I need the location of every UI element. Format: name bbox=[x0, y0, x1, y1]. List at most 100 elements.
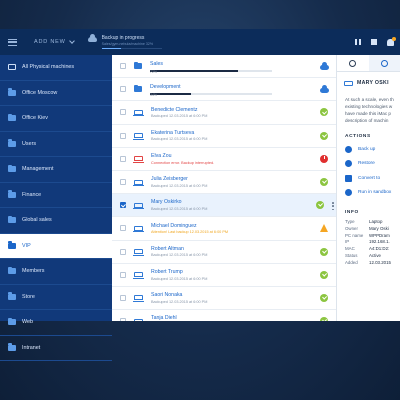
info-key: MAC bbox=[345, 246, 355, 252]
list-row[interactable]: Michael Dominguez Attention! Last backup … bbox=[112, 217, 336, 241]
more-options-icon[interactable] bbox=[332, 202, 334, 211]
action-back-up[interactable]: Back up bbox=[337, 142, 400, 157]
laptop-icon bbox=[133, 109, 144, 117]
list-row[interactable]: Mary Oskirko Backuped 12.03.2015 at 6:00 … bbox=[112, 194, 336, 218]
list-row[interactable]: Sales 72% bbox=[112, 55, 336, 79]
list-row[interactable]: Development 34% bbox=[112, 78, 336, 102]
sidebar-item-label: Intranet bbox=[22, 344, 41, 351]
check-circle-icon bbox=[320, 317, 328, 321]
sidebar-item[interactable]: Global sales bbox=[0, 208, 112, 234]
sidebar-item[interactable]: Office Kiev bbox=[0, 106, 112, 132]
actions-title: ACTIONS bbox=[345, 134, 371, 139]
progress-title: Backup in progress bbox=[101, 34, 145, 41]
list-row[interactable]: Benedicte Clementz Backuped 12.03.2015 at… bbox=[112, 101, 336, 125]
action-convert[interactable]: Convert to bbox=[337, 171, 400, 186]
add-new-button[interactable]: ADD NEW bbox=[34, 38, 75, 45]
list-row[interactable]: Julia Zeisberger Backuped 12.03.2015 at 6… bbox=[112, 171, 336, 195]
row-progress-percent: 34% bbox=[150, 92, 158, 97]
row-status-text: Backuped 12.03.2015 at 6:00 PM bbox=[151, 206, 208, 211]
info-title: INFO bbox=[345, 210, 359, 215]
folder-icon bbox=[134, 84, 142, 93]
sidebar-item-label: Web bbox=[22, 319, 33, 326]
sidebar-item-label: Office Kiev bbox=[22, 115, 48, 122]
check-circle-icon bbox=[320, 131, 328, 140]
list-row[interactable]: Tanja DiehlBackuped 12.03.2015 at 6:00 P… bbox=[112, 310, 336, 321]
info-value: 192.168.1. bbox=[369, 239, 390, 245]
info-value: Mary Oski bbox=[369, 225, 389, 231]
sidebar-item[interactable]: Web bbox=[0, 310, 112, 336]
row-checkbox[interactable] bbox=[120, 132, 126, 139]
sidebar-item[interactable]: Members bbox=[0, 259, 112, 285]
row-checkbox[interactable] bbox=[120, 294, 126, 301]
sidebar-item[interactable]: Office Moscow bbox=[0, 81, 112, 106]
row-checkbox[interactable] bbox=[120, 63, 126, 70]
list-row[interactable]: Elva Zou Connection error. Backup interru… bbox=[112, 148, 336, 171]
check-circle-icon bbox=[316, 201, 324, 210]
laptop-icon bbox=[133, 179, 144, 187]
sidebar-item[interactable]: Store bbox=[0, 285, 112, 310]
row-checkbox[interactable] bbox=[120, 271, 126, 278]
list-row[interactable]: Saori Nonaka Backuped 12.03.2015 at 6:00 … bbox=[112, 287, 336, 311]
row-status-text: Backuped 12.03.2015 at 6:00 PM bbox=[151, 114, 208, 119]
list-row[interactable]: Robert Trump Backuped 12.03.2015 at 6:00 … bbox=[112, 264, 336, 287]
menu-button[interactable] bbox=[0, 29, 24, 55]
laptop-icon bbox=[133, 225, 144, 233]
info-row: Status Active bbox=[337, 253, 400, 260]
info-value: A4:D1:D2: bbox=[369, 246, 390, 252]
row-progress-bar: 34% bbox=[150, 92, 272, 97]
machine-list: Sales 72% Development 34% Benedicte Clementz… bbox=[112, 55, 336, 321]
sidebar-item-label: Finance bbox=[22, 191, 42, 198]
info-row: MAC A4:D1:D2: bbox=[337, 246, 400, 253]
tab-history[interactable] bbox=[368, 55, 400, 71]
row-name: Michael Dominguez bbox=[151, 222, 197, 229]
row-checkbox[interactable] bbox=[120, 86, 126, 93]
row-name: Development bbox=[150, 83, 181, 90]
backup-progress[interactable]: Backup in progress Sales/gym-nebula/mach… bbox=[87, 33, 162, 50]
info-row: Added 12.03.2015 bbox=[337, 260, 400, 267]
row-checkbox[interactable] bbox=[120, 179, 126, 186]
row-status-text: Backuped 12.03.2015 at 6:00 PM bbox=[151, 299, 208, 304]
row-checkbox[interactable] bbox=[120, 248, 126, 255]
sidebar-item[interactable]: Management bbox=[0, 157, 112, 183]
sidebar-item[interactable]: All Physical machines bbox=[0, 55, 112, 81]
action-restore[interactable]: Restore bbox=[337, 157, 400, 172]
row-checkbox[interactable] bbox=[120, 202, 126, 209]
row-checkbox[interactable] bbox=[120, 225, 126, 232]
folder-icon bbox=[8, 88, 16, 96]
info-value: Laptop bbox=[369, 219, 383, 224]
folder-icon bbox=[8, 215, 16, 224]
sidebar-item-label: Store bbox=[22, 293, 35, 300]
tab-info[interactable] bbox=[337, 55, 369, 71]
action-sandbox[interactable]: Run in sandbox bbox=[337, 186, 400, 201]
list-row[interactable]: Robert Altman Backuped 12.03.2015 at 6:00… bbox=[112, 241, 336, 264]
desc-line: At such a scale, even th bbox=[345, 97, 394, 102]
cloud-icon bbox=[320, 62, 329, 71]
stop-icon[interactable] bbox=[371, 39, 377, 45]
clock-icon bbox=[380, 59, 388, 67]
row-name: Julia Zeisberger bbox=[151, 176, 188, 183]
row-checkbox[interactable] bbox=[120, 109, 126, 116]
sidebar-item-label: Global sales bbox=[22, 217, 52, 224]
row-checkbox[interactable] bbox=[120, 318, 126, 321]
folder-icon bbox=[8, 266, 16, 275]
sidebar-item[interactable]: Intranet bbox=[0, 336, 112, 361]
bell-icon[interactable] bbox=[387, 36, 396, 46]
add-new-label: ADD NEW bbox=[34, 39, 66, 45]
row-status-text: Backuped 12.03.2015 at 6:00 PM bbox=[151, 276, 208, 281]
progress-bar bbox=[101, 47, 162, 50]
sidebar-item[interactable]: Users bbox=[0, 132, 112, 157]
pause-icon[interactable] bbox=[355, 39, 361, 45]
info-row: Owner Mary Oski bbox=[337, 226, 400, 233]
row-status-text: Backuped 12.03.2015 at 6:00 PM bbox=[151, 253, 208, 258]
info-value: Active bbox=[369, 252, 381, 258]
sidebar-item[interactable]: VIP bbox=[0, 233, 112, 259]
list-row[interactable]: Ekaterina Turtseva Backuped 12.03.2015 at… bbox=[112, 125, 336, 148]
row-name: Ekaterina Turtseva bbox=[151, 129, 195, 136]
folder-icon bbox=[134, 61, 142, 70]
row-name: Elva Zou bbox=[151, 153, 172, 160]
sidebar-item[interactable]: Finance bbox=[0, 183, 112, 208]
row-checkbox[interactable] bbox=[120, 155, 126, 162]
panel-machine-name: MARY OSKI bbox=[357, 80, 389, 86]
info-icon bbox=[349, 59, 357, 67]
row-name: Mary Oskirko bbox=[151, 199, 182, 206]
